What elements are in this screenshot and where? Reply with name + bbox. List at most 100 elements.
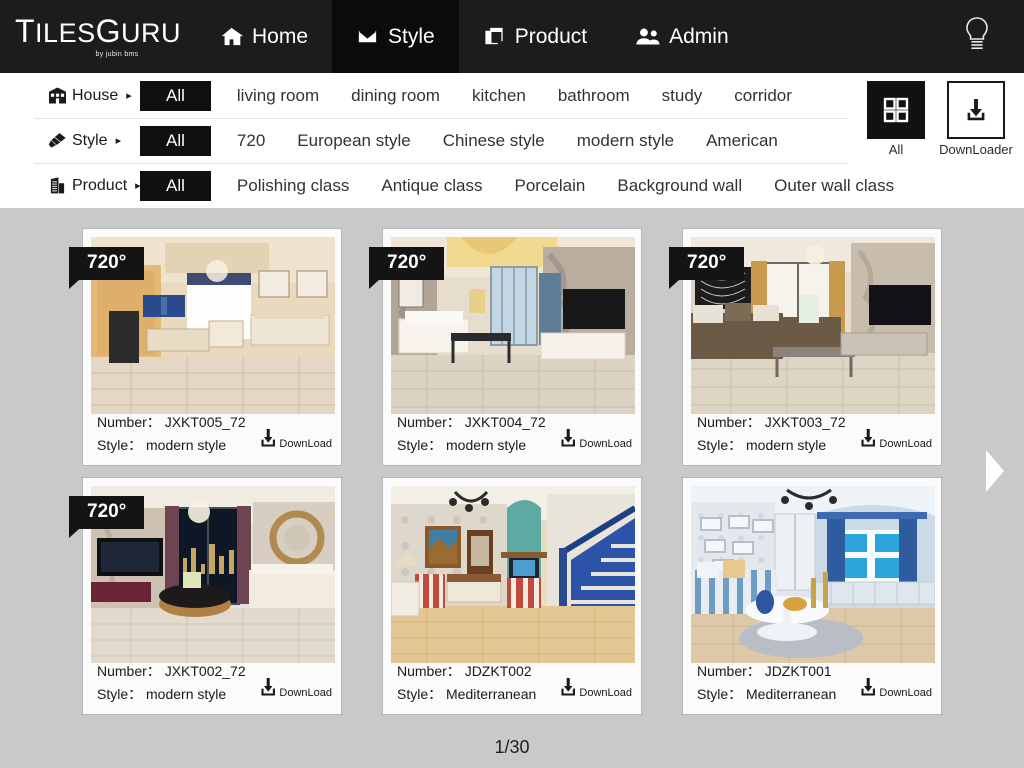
filter-option-european-style[interactable]: European style: [281, 128, 426, 154]
download-button[interactable]: DownLoad: [859, 677, 932, 702]
filter-option-living-room[interactable]: living room: [221, 83, 335, 109]
download-icon: [859, 677, 878, 702]
download-button[interactable]: DownLoad: [859, 428, 932, 453]
product-style-label: Style：: [397, 686, 443, 703]
building-icon: [48, 176, 67, 195]
nav-label-product: Product: [514, 24, 588, 48]
nav-label-home: Home: [252, 24, 309, 48]
tray-icon: [356, 25, 379, 48]
filter-option-background-wall[interactable]: Background wall: [601, 173, 758, 199]
download-icon: [947, 81, 1005, 139]
download-icon: [859, 428, 878, 453]
home-icon: [220, 25, 243, 48]
pagination-indicator: 1/30: [494, 737, 530, 757]
download-icon: [259, 428, 278, 453]
filter-option-polishing-class[interactable]: Polishing class: [221, 173, 365, 199]
view-buttons: All DownLoader: [864, 81, 1013, 157]
badge-720: 720°: [369, 247, 445, 289]
filter-option-720[interactable]: 720: [221, 128, 281, 154]
product-card[interactable]: Number： JDZKT001 Style： Mediterranean Do…: [682, 477, 942, 715]
filter-category-product[interactable]: Product ▸: [48, 176, 141, 195]
download-icon: [559, 677, 578, 702]
download-label: DownLoad: [879, 687, 932, 699]
download-label: DownLoad: [279, 438, 332, 450]
logo-title: TILESGURU: [15, 13, 181, 49]
filter-category-label-style: Style: [72, 131, 108, 149]
product-style-value: modern style: [146, 686, 227, 703]
product-style-label: Style：: [97, 437, 143, 454]
filter-option-corridor[interactable]: corridor: [718, 83, 808, 109]
product-number-label: Number：: [97, 414, 161, 431]
product-card[interactable]: 720° Number： JXKT003_72 Style： modern st…: [669, 228, 942, 466]
product-number-value: JXKT003_72: [764, 414, 846, 431]
house-icon: [48, 86, 67, 105]
download-label: DownLoad: [279, 687, 332, 699]
nav-label-admin: Admin: [669, 24, 729, 48]
filter-category-house[interactable]: House ▸: [48, 86, 140, 105]
download-button[interactable]: DownLoad: [559, 428, 632, 453]
app-header: TILESGURU by jubin bms Home Style Produc…: [0, 0, 1024, 73]
nav-item-style[interactable]: Style: [332, 0, 459, 73]
product-style-label: Style：: [697, 686, 743, 703]
product-card[interactable]: 720° Number： JXKT004_72 Style： modern st…: [369, 228, 642, 466]
download-icon: [259, 677, 278, 702]
filter-option-antique-class[interactable]: Antique class: [365, 173, 498, 199]
download-label: DownLoad: [579, 687, 632, 699]
download-button[interactable]: DownLoad: [559, 677, 632, 702]
users-icon: [635, 25, 660, 48]
filter-category-style[interactable]: Style ▸: [48, 131, 140, 150]
filter-option-dining-room[interactable]: dining room: [335, 83, 456, 109]
filter-option-porcelain[interactable]: Porcelain: [498, 173, 601, 199]
product-number-label: Number：: [397, 663, 461, 680]
download-button[interactable]: DownLoad: [259, 677, 332, 702]
filter-row-product: Product ▸ All Polishing class Antique cl…: [0, 163, 1024, 208]
product-style-value: Mediterranean: [746, 686, 837, 703]
chevron-right-icon: ▸: [115, 135, 122, 147]
filter-category-label-house: House: [72, 86, 119, 104]
filter-option-all-style[interactable]: All: [140, 125, 211, 156]
brush-icon: [48, 131, 67, 150]
filter-option-kitchen[interactable]: kitchen: [456, 83, 542, 109]
main-nav: Home Style Product Admin: [196, 0, 753, 73]
grid-icon: [867, 81, 925, 139]
product-number-value: JDZKT002: [464, 663, 532, 680]
downloader-button[interactable]: DownLoader: [939, 81, 1013, 157]
filter-option-all-product[interactable]: All: [140, 170, 211, 201]
filter-option-chinese-style[interactable]: Chinese style: [427, 128, 561, 154]
filter-option-bathroom[interactable]: bathroom: [542, 83, 646, 109]
product-number-value: JXKT005_72: [164, 414, 246, 431]
nav-item-home[interactable]: Home: [196, 0, 332, 73]
living-room-blue-stairs: [391, 486, 635, 663]
living-room-blue-window: [691, 486, 935, 663]
badge-720: 720°: [69, 247, 145, 289]
chevron-right-icon: ▸: [126, 90, 132, 102]
product-style-value: modern style: [146, 437, 227, 454]
nav-item-product[interactable]: Product: [459, 0, 611, 73]
download-button[interactable]: DownLoad: [259, 428, 332, 453]
filter-option-modern-style[interactable]: modern style: [561, 128, 690, 154]
nav-item-admin[interactable]: Admin: [611, 0, 753, 73]
view-all-label: All: [888, 142, 904, 157]
view-all-button[interactable]: All: [864, 81, 928, 157]
lightbulb-button[interactable]: [948, 0, 1006, 73]
filter-option-outer-wall-class[interactable]: Outer wall class: [758, 173, 910, 199]
product-card[interactable]: 720° Number： JXKT005_72 Style： modern st…: [69, 228, 342, 466]
filter-option-study[interactable]: study: [646, 83, 719, 109]
filter-options-product: All Polishing class Antique class Porcel…: [140, 170, 910, 201]
copy-icon: [483, 25, 506, 48]
filter-option-american[interactable]: American: [690, 128, 794, 154]
download-label: DownLoad: [879, 438, 932, 450]
downloader-label: DownLoader: [939, 142, 1013, 157]
filter-options-house: All living room dining room kitchen bath…: [140, 80, 808, 111]
logo[interactable]: TILESGURU by jubin bms: [0, 0, 196, 73]
product-style-label: Style：: [397, 437, 443, 454]
filter-option-all-house[interactable]: All: [140, 80, 211, 111]
product-style-label: Style：: [97, 686, 143, 703]
download-label: DownLoad: [579, 438, 632, 450]
product-style-value: Mediterranean: [446, 686, 537, 703]
product-thumbnail: [691, 486, 935, 663]
product-card[interactable]: Number： JDZKT002 Style： Mediterranean Do…: [382, 477, 642, 715]
next-page-button[interactable]: [984, 448, 1006, 494]
filter-bar: House ▸ All living room dining room kitc…: [0, 73, 1024, 208]
product-card[interactable]: 720° Number： JXKT002_72 Style： modern st…: [69, 477, 342, 715]
